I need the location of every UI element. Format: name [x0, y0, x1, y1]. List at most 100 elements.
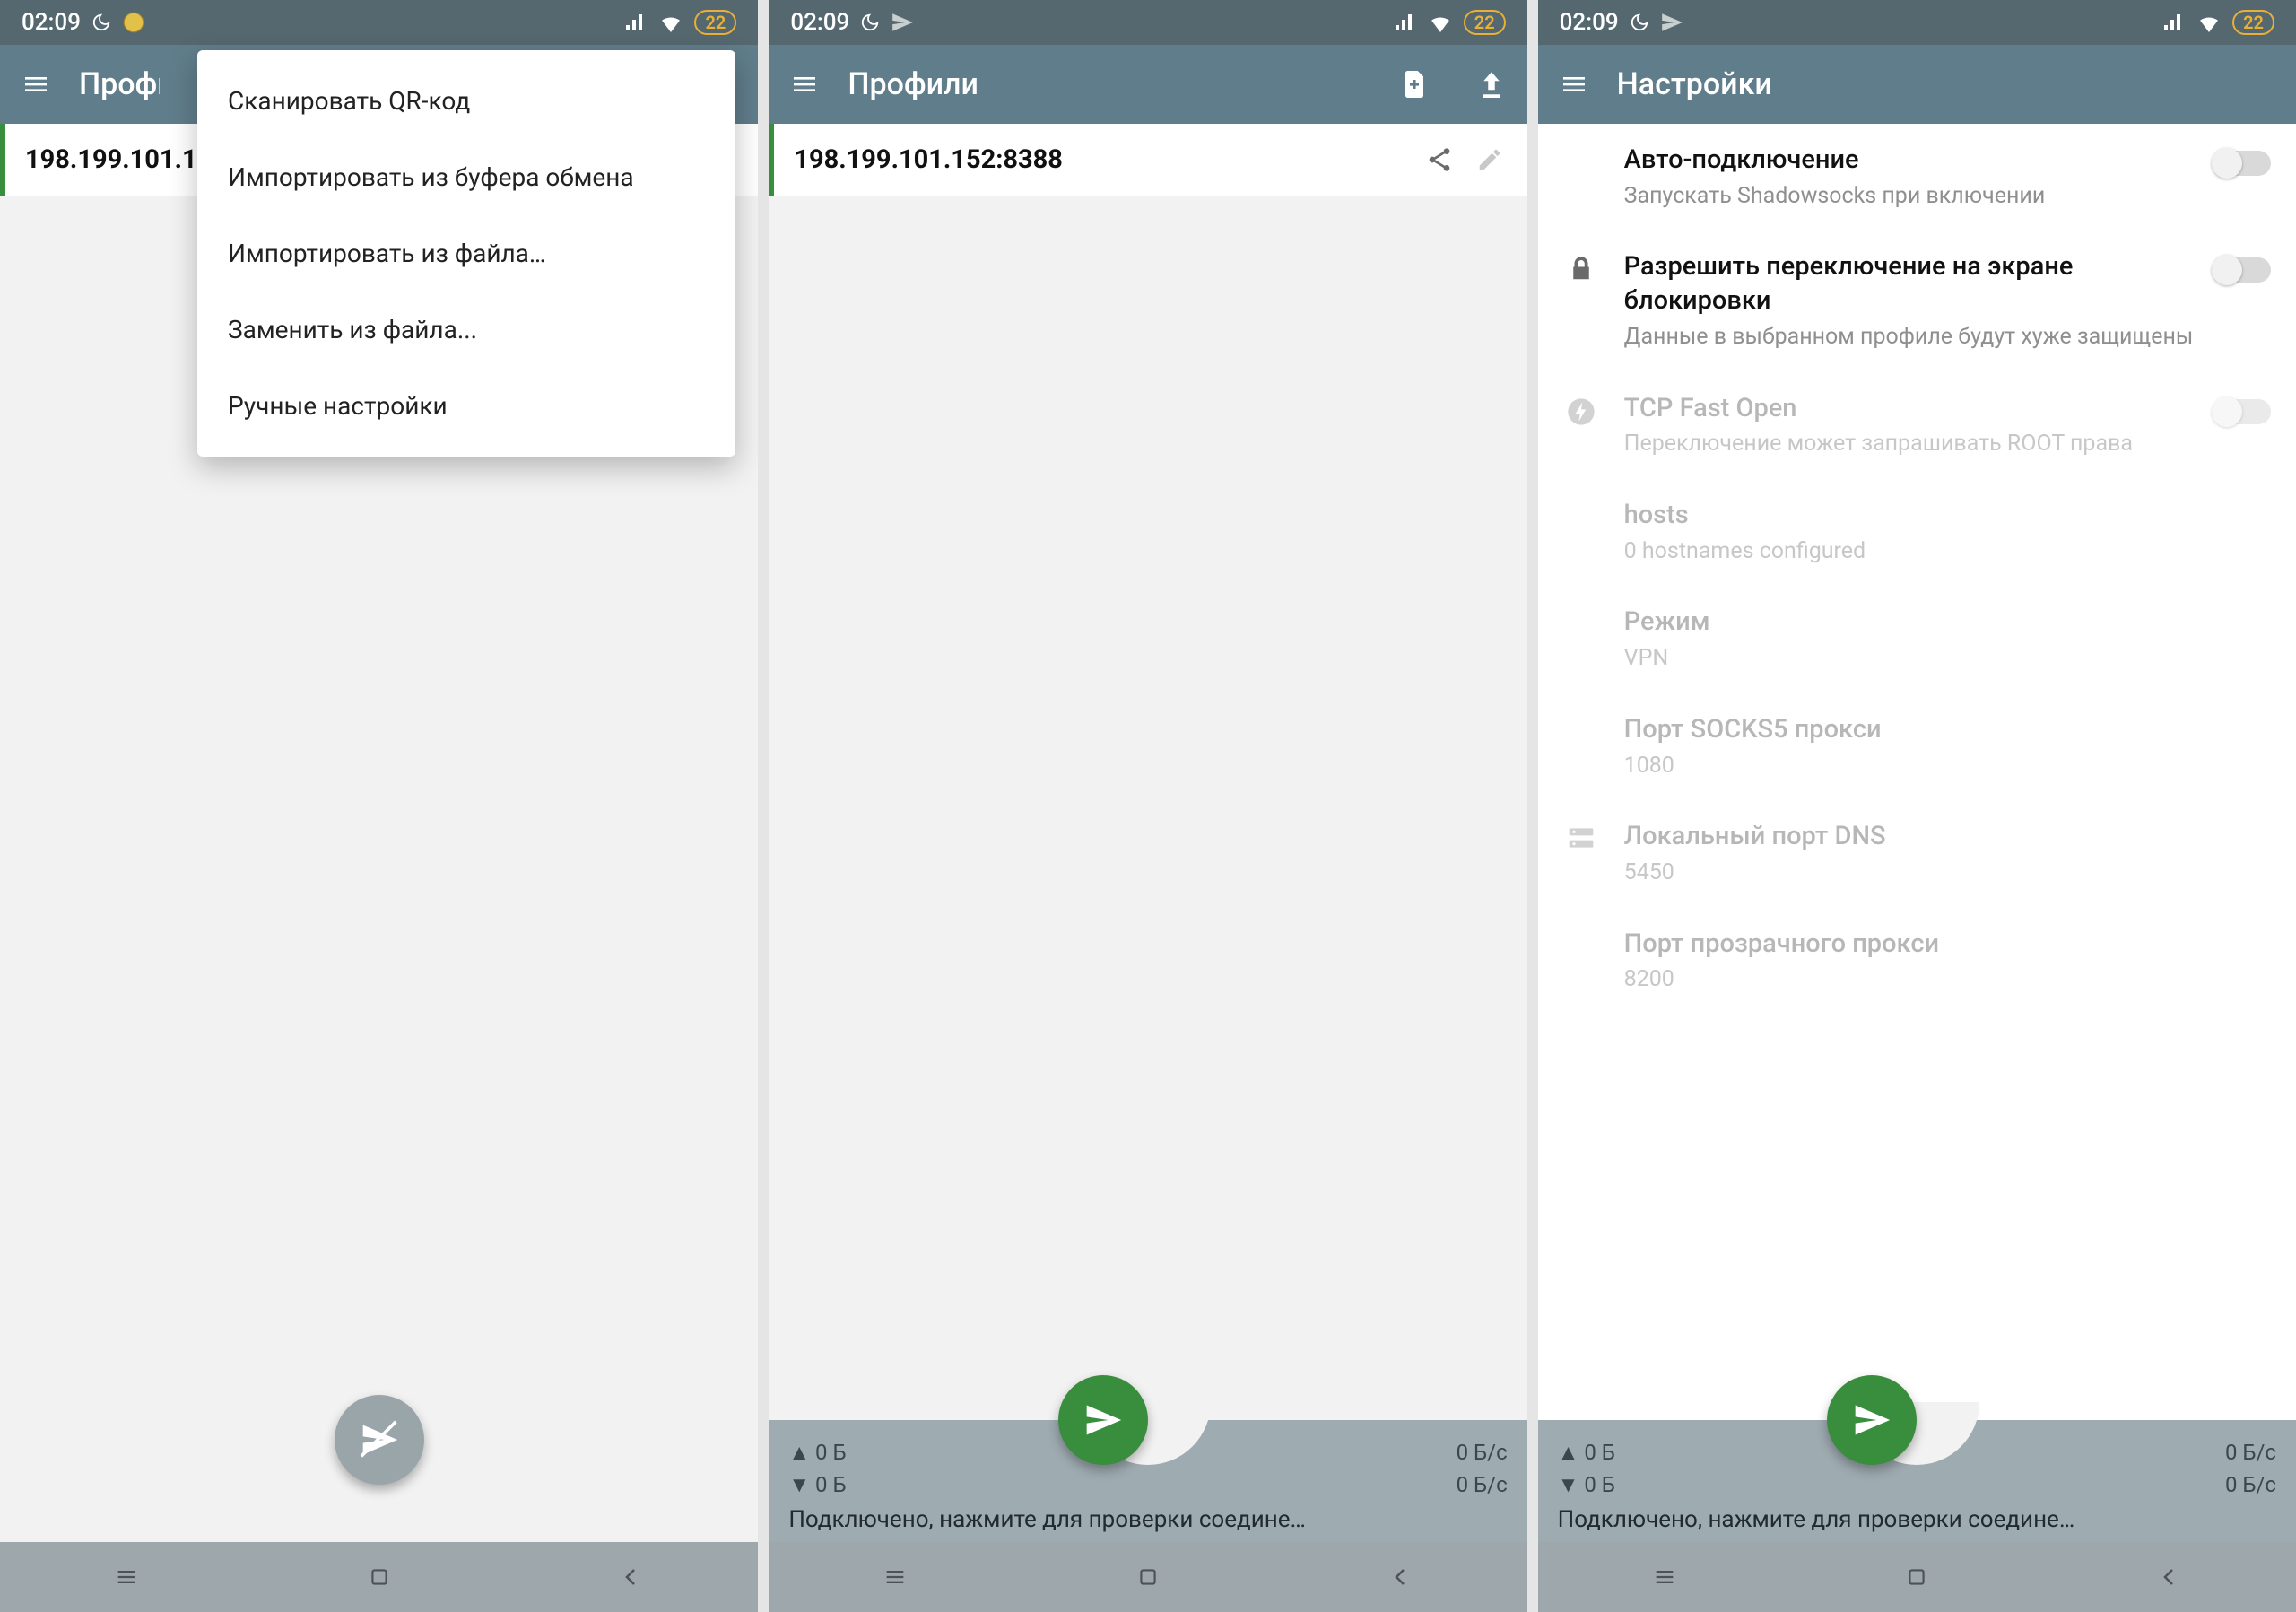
setting-title: hosts	[1624, 499, 2271, 533]
signal-icon	[2162, 13, 2186, 32]
wifi-icon	[658, 13, 683, 32]
lock-icon	[1556, 250, 1606, 283]
system-nav-bar	[769, 1542, 1526, 1612]
connection-panel[interactable]: ▲ 0 Б ▼ 0 Б 0 Б/с 0 Б/с Подключено, нажм…	[1538, 1420, 2296, 1542]
setting-title: Локальный порт DNS	[1624, 820, 2271, 854]
screen-1: 02:09 22 Профили 198.199.101.152:8388	[0, 0, 758, 1612]
setting-subtitle: Переключение может запрашивать ROOT прав…	[1624, 429, 2196, 459]
battery-badge: 22	[1464, 10, 1506, 35]
menu-import-clipboard[interactable]: Импортировать из буфера обмена	[197, 139, 735, 215]
toggle-switch	[2213, 399, 2271, 424]
setting-mode[interactable]: Режим VPN	[1538, 586, 2296, 693]
add-file-button[interactable]	[1396, 66, 1432, 102]
setting-auto-connect[interactable]: Авто-подключение Запускать Shadowsocks п…	[1538, 124, 2296, 231]
setting-subtitle: Запускать Shadowsocks при включении	[1624, 181, 2196, 212]
toggle-switch[interactable]	[2213, 151, 2271, 176]
connect-fab[interactable]	[1827, 1375, 1917, 1465]
moon-icon	[860, 13, 880, 32]
recent-apps-button[interactable]	[110, 1561, 143, 1593]
wifi-icon	[2196, 13, 2222, 32]
signal-icon	[624, 13, 648, 32]
screen-2: 02:09 22 Профили 198.199.101.152:8388	[769, 0, 1526, 1612]
system-nav-bar	[0, 1542, 758, 1612]
setting-socks5-port[interactable]: Порт SOCKS5 прокси 1080	[1538, 693, 2296, 800]
setting-subtitle: VPN	[1624, 643, 2271, 674]
setting-title: Авто-подключение	[1624, 144, 2196, 178]
app-title: Настройки	[1617, 66, 2278, 102]
menu-manual[interactable]: Ручные настройки	[197, 368, 735, 444]
upload-rate: 0 Б/с	[1457, 1436, 1508, 1468]
moon-icon	[1630, 13, 1649, 32]
home-button[interactable]	[1900, 1561, 1933, 1593]
wifi-icon	[1428, 13, 1453, 32]
status-time: 02:09	[22, 9, 81, 36]
connection-panel[interactable]: ▲ 0 Б ▼ 0 Б 0 Б/с 0 Б/с Подключено, нажм…	[769, 1420, 1526, 1542]
profile-row[interactable]: 198.199.101.152:8388	[769, 124, 1526, 196]
setting-lockscreen-switch[interactable]: Разрешить переключение на экране блокиро…	[1538, 231, 2296, 371]
profile-address: 198.199.101.152:8388	[794, 144, 1408, 175]
setting-hosts[interactable]: hosts 0 hostnames configured	[1538, 479, 2296, 586]
download-bytes: ▼ 0 Б	[788, 1468, 846, 1501]
setting-tcp-fast-open: TCP Fast Open Переключение может запраши…	[1538, 372, 2296, 479]
connect-fab[interactable]	[1058, 1375, 1148, 1465]
dns-icon	[1556, 820, 1606, 850]
toggle-switch[interactable]	[2213, 257, 2271, 283]
setting-title: Режим	[1624, 606, 2271, 640]
back-button[interactable]	[2153, 1561, 2186, 1593]
menu-replace-file[interactable]: Заменить из файла...	[197, 292, 735, 368]
recent-apps-button[interactable]	[1648, 1561, 1681, 1593]
share-icon[interactable]	[1420, 140, 1459, 179]
bolt-icon	[1556, 392, 1606, 426]
upload-button[interactable]	[1474, 66, 1509, 102]
screen-3: 02:09 22 Настройки Авто-подключение Запу…	[1538, 0, 2296, 1612]
upload-rate: 0 Б/с	[2225, 1436, 2276, 1468]
setting-title: Порт SOCKS5 прокси	[1624, 713, 2271, 747]
download-bytes: ▼ 0 Б	[1558, 1468, 1615, 1501]
system-nav-bar	[1538, 1542, 2296, 1612]
app-title: Профили	[848, 66, 1370, 102]
recent-apps-button[interactable]	[879, 1561, 911, 1593]
moon-icon	[91, 13, 111, 32]
status-bar: 02:09 22	[0, 0, 758, 45]
status-bar: 02:09 22	[769, 0, 1526, 45]
download-rate: 0 Б/с	[2225, 1468, 2276, 1501]
menu-import-file[interactable]: Импортировать из файла…	[197, 215, 735, 292]
signal-icon	[1394, 13, 1417, 32]
status-time: 02:09	[1560, 9, 1619, 36]
menu-scan-qr[interactable]: Сканировать QR-код	[197, 63, 735, 139]
send-icon	[891, 11, 914, 34]
setting-dns-port[interactable]: Локальный порт DNS 5450	[1538, 800, 2296, 907]
hamburger-icon[interactable]	[1556, 66, 1592, 102]
download-rate: 0 Б/с	[1457, 1468, 1508, 1501]
app-bar: Настройки	[1538, 45, 2296, 124]
upload-bytes: ▲ 0 Б	[1558, 1436, 1615, 1468]
battery-badge: 22	[694, 10, 736, 35]
status-bar: 02:09 22	[1538, 0, 2296, 45]
home-button[interactable]	[363, 1561, 396, 1593]
profile-address: 198.199.101.152:8388	[25, 144, 204, 175]
setting-subtitle: 1080	[1624, 751, 2271, 781]
add-profile-menu: Сканировать QR-код Импортировать из буфе…	[197, 50, 735, 457]
settings-list: Авто-подключение Запускать Shadowsocks п…	[1538, 124, 2296, 1420]
connection-message: Подключено, нажмите для проверки соедине…	[788, 1506, 1507, 1533]
setting-transparent-port[interactable]: Порт прозрачного прокси 8200	[1538, 908, 2296, 1015]
setting-subtitle: 8200	[1624, 964, 2271, 995]
setting-subtitle: 5450	[1624, 858, 2271, 888]
send-icon	[1660, 11, 1683, 34]
setting-title: Разрешить переключение на экране блокиро…	[1624, 250, 2196, 318]
upload-bytes: ▲ 0 Б	[788, 1436, 846, 1468]
edit-icon[interactable]	[1470, 140, 1509, 179]
back-button[interactable]	[1385, 1561, 1417, 1593]
hamburger-icon[interactable]	[18, 66, 54, 102]
battery-badge: 22	[2232, 10, 2274, 35]
connect-fab[interactable]	[335, 1395, 424, 1485]
setting-title: Порт прозрачного прокси	[1624, 928, 2271, 962]
setting-title: TCP Fast Open	[1624, 392, 2196, 426]
hamburger-icon[interactable]	[787, 66, 822, 102]
setting-subtitle: Данные в выбранном профиле будут хуже за…	[1624, 322, 2196, 353]
app-bar: Профили	[769, 45, 1526, 124]
back-button[interactable]	[615, 1561, 648, 1593]
home-button[interactable]	[1132, 1561, 1164, 1593]
circle-icon	[122, 11, 145, 34]
app-title: Профили	[79, 66, 160, 102]
